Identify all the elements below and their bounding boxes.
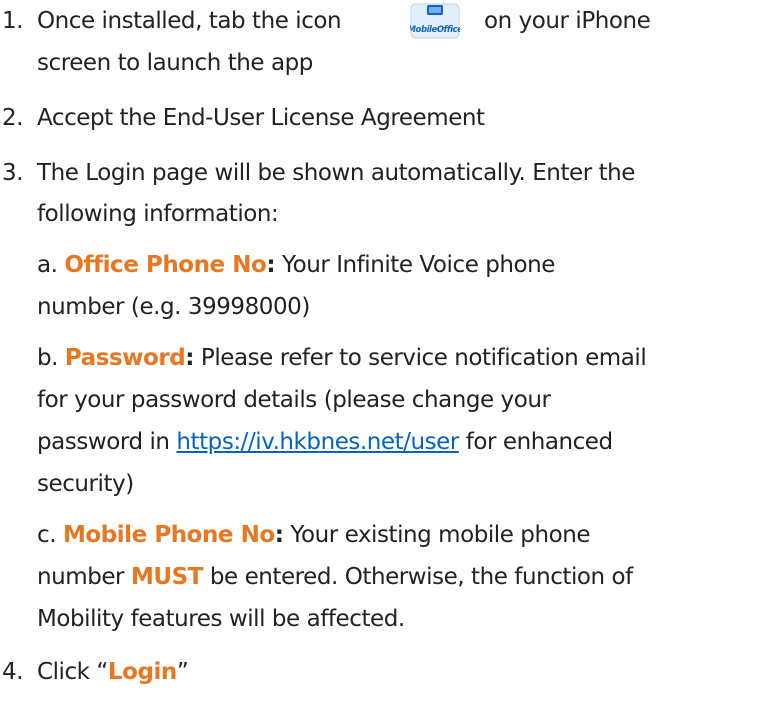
field-c-line-1: c. Mobile Phone No: Your existing mobile… bbox=[37, 520, 590, 550]
field-c-line-2: number MUST be entered. Otherwise, the f… bbox=[37, 562, 633, 592]
step-4-text: Click “Login” bbox=[37, 657, 189, 687]
field-a-colon: : bbox=[266, 252, 276, 278]
field-c-line-3: Mobility features will be affected. bbox=[37, 606, 405, 632]
field-a-text: Your Infinite Voice phone bbox=[282, 252, 555, 278]
field-c-prefix: c. bbox=[37, 522, 57, 548]
step-1-line-2: screen to launch the app bbox=[37, 50, 313, 76]
field-a-prefix: a. bbox=[37, 252, 58, 278]
step-1-text-a: Once installed, tab the icon bbox=[37, 8, 342, 34]
field-b-link-after: for enhanced bbox=[465, 429, 613, 455]
instruction-document: 1. Once installed, tab the icon MobileOf… bbox=[0, 0, 760, 711]
step-1-number: 1. bbox=[2, 8, 24, 34]
field-b-line-2: for your password details (please change… bbox=[37, 387, 551, 413]
field-c-text: Your existing mobile phone bbox=[290, 522, 591, 548]
step-4-number: 4. bbox=[2, 659, 24, 685]
step-3-number: 3. bbox=[2, 160, 24, 186]
field-b-line-4: security) bbox=[37, 471, 134, 497]
field-b-link-before: password in bbox=[37, 429, 170, 455]
mobileoffice-app-icon: MobileOffice bbox=[408, 3, 464, 39]
field-a-line-1: a. Office Phone No: Your Infinite Voice … bbox=[37, 250, 555, 280]
field-a-line-2: number (e.g. 39998000) bbox=[37, 294, 310, 320]
field-c-after-must: be entered. Otherwise, the function of bbox=[209, 564, 633, 590]
field-a-label: Office Phone No bbox=[64, 252, 267, 278]
field-b-text: Please refer to service notification ema… bbox=[200, 345, 647, 371]
field-b-line-3: password in https://iv.hkbnes.net/user f… bbox=[37, 427, 613, 457]
field-c-before-must: number bbox=[37, 564, 125, 590]
field-c-must: MUST bbox=[130, 564, 203, 590]
step-3-line-2: following information: bbox=[37, 201, 279, 227]
field-b-colon: : bbox=[185, 345, 195, 371]
step-2-number: 2. bbox=[2, 105, 24, 131]
step-1-text-b: on your iPhone bbox=[484, 8, 651, 34]
field-b-line-1: b. Password: Please refer to service not… bbox=[37, 343, 647, 373]
step-4-after: ” bbox=[176, 659, 189, 685]
user-portal-link[interactable]: https://iv.hkbnes.net/user bbox=[176, 429, 459, 455]
field-b-prefix: b. bbox=[37, 345, 59, 371]
app-icon-label: MobileOffice bbox=[410, 25, 460, 35]
step-2-text: Accept the End-User License Agreement bbox=[37, 105, 485, 131]
step-4-before: Click “ bbox=[37, 659, 108, 685]
step-3-text: The Login page will be shown automatical… bbox=[37, 160, 635, 186]
field-b-label: Password bbox=[64, 345, 186, 371]
field-c-label: Mobile Phone No bbox=[62, 522, 275, 548]
field-c-colon: : bbox=[274, 522, 284, 548]
login-label: Login bbox=[107, 659, 177, 685]
